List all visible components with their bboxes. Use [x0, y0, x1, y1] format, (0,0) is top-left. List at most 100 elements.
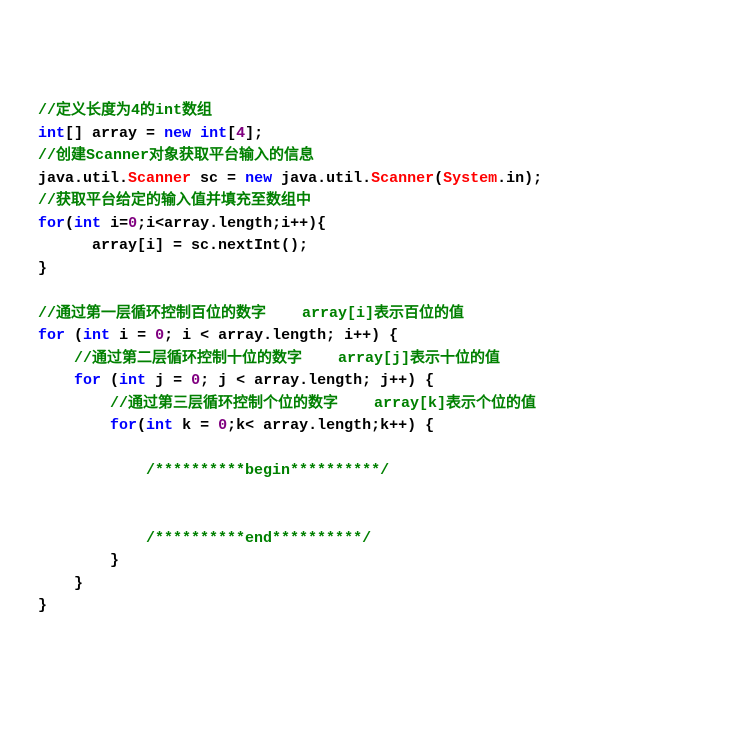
- token-pn: }: [110, 552, 119, 569]
- token-pn: }: [74, 575, 83, 592]
- token-pn: }: [38, 260, 47, 277]
- token-pn: [191, 125, 200, 142]
- code-line: [20, 505, 709, 528]
- token-cm: //通过第二层循环控制十位的数字 array[j]表示十位的值: [74, 350, 500, 367]
- indent: [20, 125, 38, 142]
- token-pn: .in);: [497, 170, 542, 187]
- token-id: sc =: [191, 170, 245, 187]
- token-kw: int: [83, 327, 110, 344]
- token-pn: (: [137, 417, 146, 434]
- token-id: java.util.: [272, 170, 371, 187]
- code-line: }: [20, 258, 709, 281]
- code-line: //通过第三层循环控制个位的数字 array[k]表示个位的值: [20, 393, 709, 416]
- code-line: //通过第一层循环控制百位的数字 array[i]表示百位的值: [20, 303, 709, 326]
- code-line: array[i] = sc.nextInt();: [20, 235, 709, 258]
- indent: [20, 372, 74, 389]
- token-ty: Scanner: [371, 170, 434, 187]
- indent: [20, 462, 146, 479]
- code-line: [20, 438, 709, 461]
- code-line: [20, 483, 709, 506]
- token-kw: int: [119, 372, 146, 389]
- token-cm: //定义长度为4的int数组: [38, 102, 212, 119]
- token-pn: array[i] = sc.nextInt();: [92, 237, 308, 254]
- token-nm: 0: [155, 327, 164, 344]
- token-nm: 4: [236, 125, 245, 142]
- token-kw: new: [164, 125, 191, 142]
- token-kw: int: [38, 125, 65, 142]
- token-pn: i=: [101, 215, 128, 232]
- token-pn: (: [65, 327, 83, 344]
- code-line: //定义长度为4的int数组: [20, 100, 709, 123]
- code-line: }: [20, 573, 709, 596]
- code-line: int[] array = new int[4];: [20, 123, 709, 146]
- indent: [20, 327, 38, 344]
- token-pn: [] array =: [65, 125, 164, 142]
- token-kw: int: [146, 417, 173, 434]
- token-pn: (: [101, 372, 119, 389]
- token-nm: 0: [128, 215, 137, 232]
- indent: [20, 395, 110, 412]
- code-line: //创建Scanner对象获取平台输入的信息: [20, 145, 709, 168]
- code-line: }: [20, 550, 709, 573]
- blank-line: [20, 507, 29, 524]
- token-kw: int: [74, 215, 101, 232]
- token-kw: for: [38, 215, 65, 232]
- token-kw: for: [38, 327, 65, 344]
- blank-line: [20, 440, 29, 457]
- indent: [20, 552, 110, 569]
- code-line: //通过第二层循环控制十位的数字 array[j]表示十位的值: [20, 348, 709, 371]
- token-pn: ];: [245, 125, 263, 142]
- code-line: //获取平台给定的输入值并填充至数组中: [20, 190, 709, 213]
- code-editor-content: //定义长度为4的int数组 int[] array = new int[4];…: [20, 100, 709, 618]
- token-pn: k =: [173, 417, 218, 434]
- token-id: java.util.: [38, 170, 128, 187]
- code-line: }: [20, 595, 709, 618]
- token-ty: System: [443, 170, 497, 187]
- token-kw: new: [245, 170, 272, 187]
- token-cm: //获取平台给定的输入值并填充至数组中: [38, 192, 311, 209]
- token-kw: int: [200, 125, 227, 142]
- indent: [20, 147, 38, 164]
- code-line: for (int i = 0; i < array.length; i++) {: [20, 325, 709, 348]
- token-pn: [: [227, 125, 236, 142]
- token-pn: ; i < array.length; i++) {: [164, 327, 398, 344]
- token-pn: j =: [146, 372, 191, 389]
- code-line: /**********begin**********/: [20, 460, 709, 483]
- indent: [20, 102, 38, 119]
- indent: [20, 215, 38, 232]
- token-kw: for: [74, 372, 101, 389]
- indent: [20, 417, 110, 434]
- code-line: for(int k = 0;k< array.length;k++) {: [20, 415, 709, 438]
- token-pn: ;i<array.length;i++){: [137, 215, 326, 232]
- code-line: [20, 280, 709, 303]
- indent: [20, 350, 74, 367]
- code-line: for(int i=0;i<array.length;i++){: [20, 213, 709, 236]
- indent: [20, 530, 146, 547]
- indent: [20, 237, 92, 254]
- code-line: java.util.Scanner sc = new java.util.Sca…: [20, 168, 709, 191]
- indent: [20, 575, 74, 592]
- token-nm: 0: [191, 372, 200, 389]
- indent: [20, 260, 38, 277]
- indent: [20, 597, 38, 614]
- token-nm: 0: [218, 417, 227, 434]
- indent: [20, 192, 38, 209]
- indent: [20, 170, 38, 187]
- token-ty: Scanner: [128, 170, 191, 187]
- code-line: for (int j = 0; j < array.length; j++) {: [20, 370, 709, 393]
- token-cm: /**********end**********/: [146, 530, 371, 547]
- token-kw: for: [110, 417, 137, 434]
- token-pn: i =: [110, 327, 155, 344]
- token-pn: }: [38, 597, 47, 614]
- token-pn: (: [434, 170, 443, 187]
- token-cm: //通过第一层循环控制百位的数字 array[i]表示百位的值: [38, 305, 464, 322]
- code-line: /**********end**********/: [20, 528, 709, 551]
- token-pn: (: [65, 215, 74, 232]
- token-cm: /**********begin**********/: [146, 462, 389, 479]
- token-pn: ;k< array.length;k++) {: [227, 417, 434, 434]
- token-cm: //创建Scanner对象获取平台输入的信息: [38, 147, 314, 164]
- token-pn: ; j < array.length; j++) {: [200, 372, 434, 389]
- indent: [20, 305, 38, 322]
- blank-line: [20, 485, 29, 502]
- blank-line: [20, 282, 29, 299]
